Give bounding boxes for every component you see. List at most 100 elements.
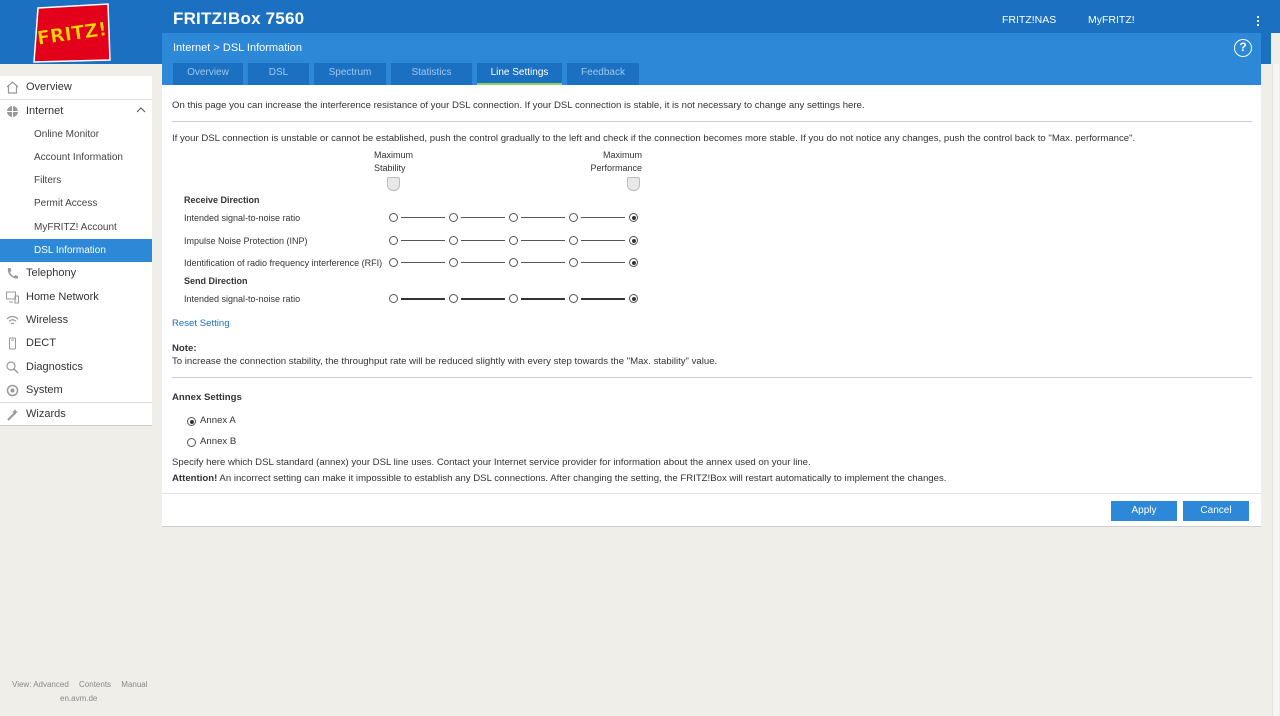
divider bbox=[162, 493, 1261, 494]
sidebar-item-system[interactable]: System bbox=[0, 379, 152, 402]
attention-body: An incorrect setting can make it impossi… bbox=[217, 473, 947, 484]
radio-step[interactable] bbox=[449, 213, 458, 222]
radio-step-selected[interactable] bbox=[629, 294, 638, 303]
sidebar-item-permit-access[interactable]: Permit Access bbox=[0, 192, 152, 215]
tab-line-settings[interactable]: Line Settings bbox=[477, 63, 562, 85]
breadcrumb-parent[interactable]: Internet bbox=[173, 42, 210, 54]
footer-contents-link[interactable]: Contents bbox=[79, 680, 111, 689]
radio-step-selected[interactable] bbox=[629, 213, 638, 222]
sidebar-nav: Overview Internet Online Monitor Account… bbox=[0, 76, 152, 427]
sidebar-item-telephony[interactable]: Telephony bbox=[0, 262, 152, 285]
help-icon[interactable]: ? bbox=[1234, 39, 1252, 57]
wifi-icon bbox=[6, 315, 19, 325]
annex-a-label[interactable]: Annex A bbox=[200, 415, 236, 426]
stability-slider-knob[interactable] bbox=[387, 177, 400, 191]
attention-text: Attention! An incorrect setting can make… bbox=[172, 473, 946, 484]
max-stability-label: Maximum Stability bbox=[374, 149, 413, 175]
sidebar-item-home-network[interactable]: Home Network bbox=[0, 286, 152, 309]
breadcrumb-separator: > bbox=[213, 42, 220, 54]
track-line bbox=[461, 262, 505, 263]
radio-step[interactable] bbox=[569, 258, 578, 267]
sidebar-item-label: Home Network bbox=[26, 290, 99, 303]
myfritz-link[interactable]: MyFRITZ! bbox=[1088, 14, 1135, 26]
globe-icon bbox=[7, 106, 18, 118]
sidebar-item-account-information[interactable]: Account Information bbox=[0, 146, 152, 169]
cancel-button[interactable]: Cancel bbox=[1183, 501, 1249, 521]
max-performance-label-line1: Maximum bbox=[602, 150, 642, 160]
tx-snr-label: Intended signal-to-noise ratio bbox=[184, 294, 301, 304]
track-line bbox=[581, 240, 625, 241]
sidebar-item-dsl-information[interactable]: DSL Information bbox=[0, 239, 152, 263]
instruction-text: If your DSL connection is unstable or ca… bbox=[172, 133, 1136, 144]
tab-overview[interactable]: Overview bbox=[173, 63, 243, 85]
rx-inp-label: Impulse Noise Protection (INP) bbox=[184, 236, 308, 246]
radio-step[interactable] bbox=[569, 294, 578, 303]
sidebar-item-overview[interactable]: Overview bbox=[0, 76, 152, 99]
divider bbox=[172, 121, 1252, 122]
footer-site-link[interactable]: en.avm.de bbox=[60, 694, 97, 703]
footer-view-link[interactable]: View: Advanced bbox=[12, 680, 69, 689]
performance-slider-knob[interactable] bbox=[627, 177, 640, 191]
track-line bbox=[521, 262, 565, 263]
panel-header: Internet > DSL Information ? Overview DS… bbox=[162, 33, 1261, 85]
annex-b-radio[interactable] bbox=[187, 438, 196, 447]
divider bbox=[172, 377, 1252, 378]
radio-step[interactable] bbox=[449, 294, 458, 303]
sidebar-item-dect[interactable]: DECT bbox=[0, 332, 152, 355]
track-line bbox=[461, 298, 505, 300]
radio-step[interactable] bbox=[569, 236, 578, 245]
breadcrumb-current: DSL Information bbox=[222, 42, 302, 54]
radio-step[interactable] bbox=[449, 236, 458, 245]
track-line bbox=[401, 298, 445, 300]
fritznas-link[interactable]: FRITZ!NAS bbox=[1002, 14, 1056, 26]
system-icon bbox=[6, 384, 19, 397]
apply-button[interactable]: Apply bbox=[1111, 501, 1177, 521]
radio-step[interactable] bbox=[509, 258, 518, 267]
radio-step[interactable] bbox=[509, 213, 518, 222]
track-line bbox=[401, 217, 445, 218]
diagnostics-icon bbox=[6, 360, 19, 374]
sidebar-item-wireless[interactable]: Wireless bbox=[0, 309, 152, 332]
sidebar-item-label: System bbox=[26, 383, 63, 396]
sidebar-item-diagnostics[interactable]: Diagnostics bbox=[0, 356, 152, 379]
more-menu-icon[interactable]: ... bbox=[1253, 7, 1263, 28]
sidebar-item-label: Overview bbox=[26, 81, 72, 93]
sidebar-item-online-monitor[interactable]: Online Monitor bbox=[0, 123, 152, 146]
chevron-up-icon[interactable] bbox=[136, 103, 146, 117]
track-line bbox=[581, 298, 625, 300]
radio-step[interactable] bbox=[569, 213, 578, 222]
tab-feedback[interactable]: Feedback bbox=[567, 63, 639, 85]
sidebar-item-filters[interactable]: Filters bbox=[0, 169, 152, 192]
radio-step[interactable] bbox=[389, 213, 398, 222]
scrollbar[interactable] bbox=[1272, 64, 1279, 716]
tab-spectrum[interactable]: Spectrum bbox=[314, 63, 386, 85]
radio-step[interactable] bbox=[389, 258, 398, 267]
radio-step[interactable] bbox=[389, 236, 398, 245]
radio-step[interactable] bbox=[509, 236, 518, 245]
radio-step-selected[interactable] bbox=[629, 258, 638, 267]
wizard-icon bbox=[7, 409, 18, 421]
tab-statistics[interactable]: Statistics bbox=[391, 63, 472, 85]
annex-b-label[interactable]: Annex B bbox=[200, 436, 236, 447]
sidebar-item-internet[interactable]: Internet bbox=[0, 99, 152, 122]
tx-snr-radio-group bbox=[389, 294, 639, 304]
max-performance-label-line2: Performance bbox=[590, 163, 642, 173]
radio-step[interactable] bbox=[389, 294, 398, 303]
tab-dsl[interactable]: DSL bbox=[248, 63, 309, 85]
max-stability-label-line2: Stability bbox=[374, 163, 406, 173]
max-stability-label-line1: Maximum bbox=[374, 150, 414, 160]
rx-inp-radio-group bbox=[389, 236, 639, 246]
sidebar-item-label: Internet bbox=[26, 105, 64, 118]
annex-heading: Annex Settings bbox=[172, 392, 242, 403]
footer-manual-link[interactable]: Manual bbox=[121, 680, 147, 689]
reset-setting-link[interactable]: Reset Setting bbox=[172, 318, 230, 329]
sidebar-item-wizards[interactable]: Wizards bbox=[0, 402, 152, 425]
radio-step-selected[interactable] bbox=[629, 236, 638, 245]
max-performance-label: Maximum Performance bbox=[586, 149, 642, 175]
fritz-logo[interactable]: FRITZ! bbox=[30, 2, 114, 64]
radio-step[interactable] bbox=[449, 258, 458, 267]
sidebar-item-myfritz-account[interactable]: MyFRITZ! Account bbox=[0, 216, 152, 239]
radio-step[interactable] bbox=[509, 294, 518, 303]
annex-a-radio[interactable] bbox=[187, 417, 196, 426]
track-line bbox=[521, 217, 565, 218]
